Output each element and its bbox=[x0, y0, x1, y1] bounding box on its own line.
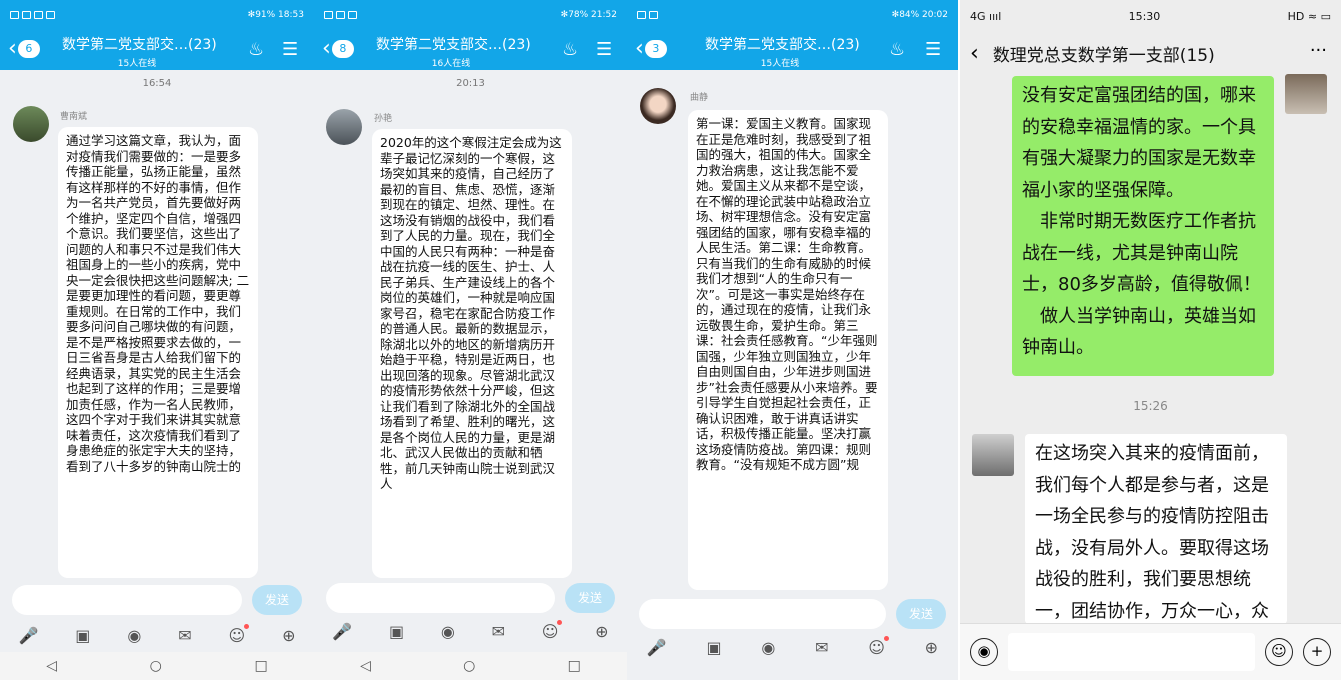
avatar[interactable] bbox=[13, 106, 49, 142]
red-packet-icon[interactable]: ✉ bbox=[815, 638, 828, 657]
chat-title: 数理党总支数学第一支部(15) bbox=[992, 45, 1215, 66]
chevron-left-icon: ‹ bbox=[635, 36, 644, 61]
more-button[interactable]: ··· bbox=[1310, 40, 1327, 61]
message-bubble[interactable]: 2020年的这个寒假注定会成为这辈子最记忆深刻的一个寒假，这场突如其来的疫情，自… bbox=[372, 129, 572, 578]
message-bubble[interactable]: 没有安定富强团结的国，哪来的安稳幸福温情的家。一个具有强大凝聚力的国家是无数幸福… bbox=[1012, 76, 1274, 376]
status-bar: ✻78% 21:52 bbox=[314, 0, 627, 30]
status-bar: 4G ıııl 15:30 HD ≈ ▭ bbox=[960, 0, 1341, 32]
red-packet-icon[interactable]: ✉ bbox=[492, 622, 505, 641]
online-count: 16人在线 bbox=[431, 59, 471, 69]
mic-icon[interactable]: 🎤 bbox=[18, 626, 38, 645]
qq-chat-panel-3: ✻84% 20:02 ‹ 3 数学第二党支部交…(23) 15人在线 ♨ ☰ 曲静 … bbox=[627, 0, 958, 680]
chevron-left-icon: ‹ bbox=[8, 36, 17, 61]
emoji-icon[interactable]: ☺ bbox=[868, 635, 889, 657]
plus-icon[interactable]: + bbox=[1303, 638, 1331, 666]
send-button[interactable]: 发送 bbox=[252, 585, 302, 615]
unread-badge: 6 bbox=[17, 40, 40, 58]
image-icon[interactable]: ▣ bbox=[75, 626, 90, 645]
nav-back-icon[interactable]: ◁ bbox=[360, 658, 371, 674]
send-button[interactable]: 发送 bbox=[565, 583, 615, 613]
message-bubble[interactable]: 第一课：爱国主义教育。国家现在正是危难时刻，我感受到了祖国的强大，祖国的伟大。国… bbox=[688, 110, 888, 590]
camera-icon[interactable]: ◉ bbox=[761, 638, 775, 657]
nav-recent-icon[interactable]: □ bbox=[254, 658, 267, 674]
voice-icon[interactable]: ◉ bbox=[970, 638, 998, 666]
message-bubble[interactable]: 在这场突入其来的疫情面前，我们每个人都是参与者，这是一场全民参与的疫情防控阻击战… bbox=[1025, 434, 1287, 624]
message-input[interactable] bbox=[639, 599, 886, 629]
online-count: 15人在线 bbox=[760, 59, 800, 69]
chat-header: ‹ 数理党总支数学第一支部(15) ··· bbox=[960, 32, 1341, 74]
camera-icon[interactable]: ◉ bbox=[441, 622, 455, 641]
mic-icon[interactable]: 🎤 bbox=[647, 638, 667, 657]
message-input[interactable] bbox=[326, 583, 555, 613]
chat-title: 数学第二党支部交…(23) bbox=[62, 37, 217, 53]
avatar[interactable] bbox=[972, 434, 1014, 476]
emoji-icon[interactable]: ☺ bbox=[229, 623, 249, 645]
mic-icon[interactable]: 🎤 bbox=[332, 622, 352, 641]
chat-header: ‹ 3 数学第二党支部交…(23) 15人在线 ♨ ☰ bbox=[627, 30, 958, 70]
message-input[interactable] bbox=[1008, 633, 1255, 671]
chevron-left-icon: ‹ bbox=[322, 36, 331, 61]
qq-chat-panel-1: ✻91% 18:53 ‹ 6 数学第二党支部交…(23) 15人在线 ♨ ☰ 16:… bbox=[0, 0, 314, 680]
emoji-icon[interactable]: ☺ bbox=[1265, 638, 1293, 666]
avatar[interactable] bbox=[326, 109, 362, 145]
back-button[interactable]: ‹ 6 bbox=[8, 38, 40, 60]
group-app-icon[interactable]: ♨ bbox=[562, 39, 578, 60]
unread-badge: 8 bbox=[331, 40, 354, 58]
message-time: 15:26 bbox=[1133, 399, 1168, 413]
qq-chat-panel-2: ✻78% 21:52 ‹ 8 数学第二党支部交…(23) 16人在线 ♨ ☰ 20:… bbox=[314, 0, 627, 680]
group-app-icon[interactable]: ♨ bbox=[889, 39, 905, 60]
chat-title: 数学第二党支部交…(23) bbox=[376, 37, 531, 53]
image-icon[interactable]: ▣ bbox=[389, 622, 404, 641]
message-input[interactable] bbox=[12, 585, 242, 615]
chat-header: ‹ 6 数学第二党支部交…(23) 15人在线 ♨ ☰ bbox=[0, 30, 314, 70]
back-button[interactable]: ‹ bbox=[970, 41, 979, 66]
back-button[interactable]: ‹ 3 bbox=[635, 38, 667, 60]
menu-icon[interactable]: ☰ bbox=[596, 39, 612, 60]
camera-icon[interactable]: ◉ bbox=[127, 626, 141, 645]
plus-icon[interactable]: ⊕ bbox=[282, 626, 295, 645]
group-app-icon[interactable]: ♨ bbox=[248, 39, 264, 60]
emoji-icon[interactable]: ☺ bbox=[542, 619, 563, 641]
send-button[interactable]: 发送 bbox=[896, 599, 946, 629]
chat-header: ‹ 8 数学第二党支部交…(23) 16人在线 ♨ ☰ bbox=[314, 30, 627, 70]
message-bubble[interactable]: 通过学习这篇文章，我认为，面对疫情我们需要做的：一是要多传播正能量，弘扬正能量，… bbox=[58, 127, 258, 578]
image-icon[interactable]: ▣ bbox=[707, 638, 722, 657]
nav-back-icon[interactable]: ◁ bbox=[46, 658, 57, 674]
nav-recent-icon[interactable]: □ bbox=[568, 658, 581, 674]
sender-name: 孙艳 bbox=[374, 114, 393, 124]
status-bar: ✻91% 18:53 bbox=[0, 0, 314, 30]
nav-home-icon[interactable]: ○ bbox=[463, 658, 475, 674]
message-time: 16:54 bbox=[142, 78, 172, 89]
back-button[interactable]: ‹ 8 bbox=[322, 38, 354, 60]
avatar[interactable] bbox=[640, 88, 676, 124]
unread-badge: 3 bbox=[644, 40, 667, 58]
status-bar: ✻84% 20:02 bbox=[627, 0, 958, 30]
sender-name: 曹南斌 bbox=[60, 112, 88, 122]
chat-title: 数学第二党支部交…(23) bbox=[705, 37, 860, 53]
wechat-chat-panel: 4G ıııl 15:30 HD ≈ ▭ ‹ 数理党总支数学第一支部(15) ···… bbox=[960, 0, 1341, 680]
message-time: 20:13 bbox=[456, 78, 485, 89]
menu-icon[interactable]: ☰ bbox=[282, 39, 298, 60]
plus-icon[interactable]: ⊕ bbox=[925, 638, 938, 657]
online-count: 15人在线 bbox=[117, 59, 157, 69]
menu-icon[interactable]: ☰ bbox=[925, 39, 941, 60]
plus-icon[interactable]: ⊕ bbox=[595, 622, 608, 641]
red-packet-icon[interactable]: ✉ bbox=[178, 626, 191, 645]
nav-home-icon[interactable]: ○ bbox=[150, 658, 162, 674]
avatar[interactable] bbox=[1285, 74, 1327, 114]
sender-name: 曲静 bbox=[690, 93, 709, 103]
